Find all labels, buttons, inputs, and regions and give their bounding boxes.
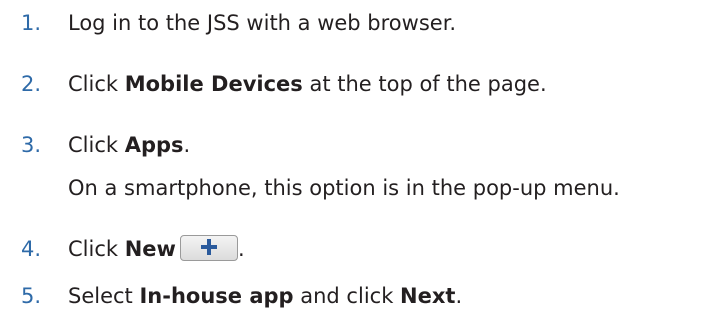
step-text: Click Mobile Devices at the top of the p…	[68, 68, 547, 100]
new-button	[179, 235, 238, 261]
step-text-part: Log in to the JSS with a web browser.	[68, 11, 457, 35]
ui-term-mobile-devices: Mobile Devices	[124, 72, 303, 96]
instruction-steps: 1. Log in to the JSS with a web browser.…	[0, 0, 710, 320]
step-text: Select In-house app and click Next.	[68, 280, 462, 312]
step-text: Log in to the JSS with a web browser.	[68, 7, 456, 39]
step-text-part: Click	[68, 237, 125, 261]
step-number: 2.	[21, 72, 42, 96]
step-number: 1.	[21, 11, 42, 35]
ui-term-in-house-app: In-house app	[139, 284, 294, 308]
step-text-part: at the top of the page.	[302, 72, 547, 96]
ui-term-next: Next	[400, 284, 456, 308]
step-text-part: .	[455, 284, 463, 308]
step-number: 4.	[21, 237, 42, 261]
step-text-part: Click	[68, 133, 125, 157]
step-note: On a smartphone, this option is in the p…	[68, 176, 620, 200]
step-text-part: .	[237, 237, 245, 261]
step-text: Click New.	[68, 233, 245, 265]
ui-term-new: New	[124, 237, 176, 261]
ui-term-apps: Apps	[124, 133, 184, 157]
step-number: 5.	[21, 284, 42, 308]
step-text-part: and click	[293, 284, 401, 308]
step-text-part: Select	[68, 284, 140, 308]
step-text-part: Click	[68, 72, 125, 96]
step-text: Click Apps.	[68, 129, 190, 161]
plus-icon	[200, 238, 218, 256]
step-number: 3.	[21, 133, 42, 157]
step-text-part: .	[183, 133, 191, 157]
